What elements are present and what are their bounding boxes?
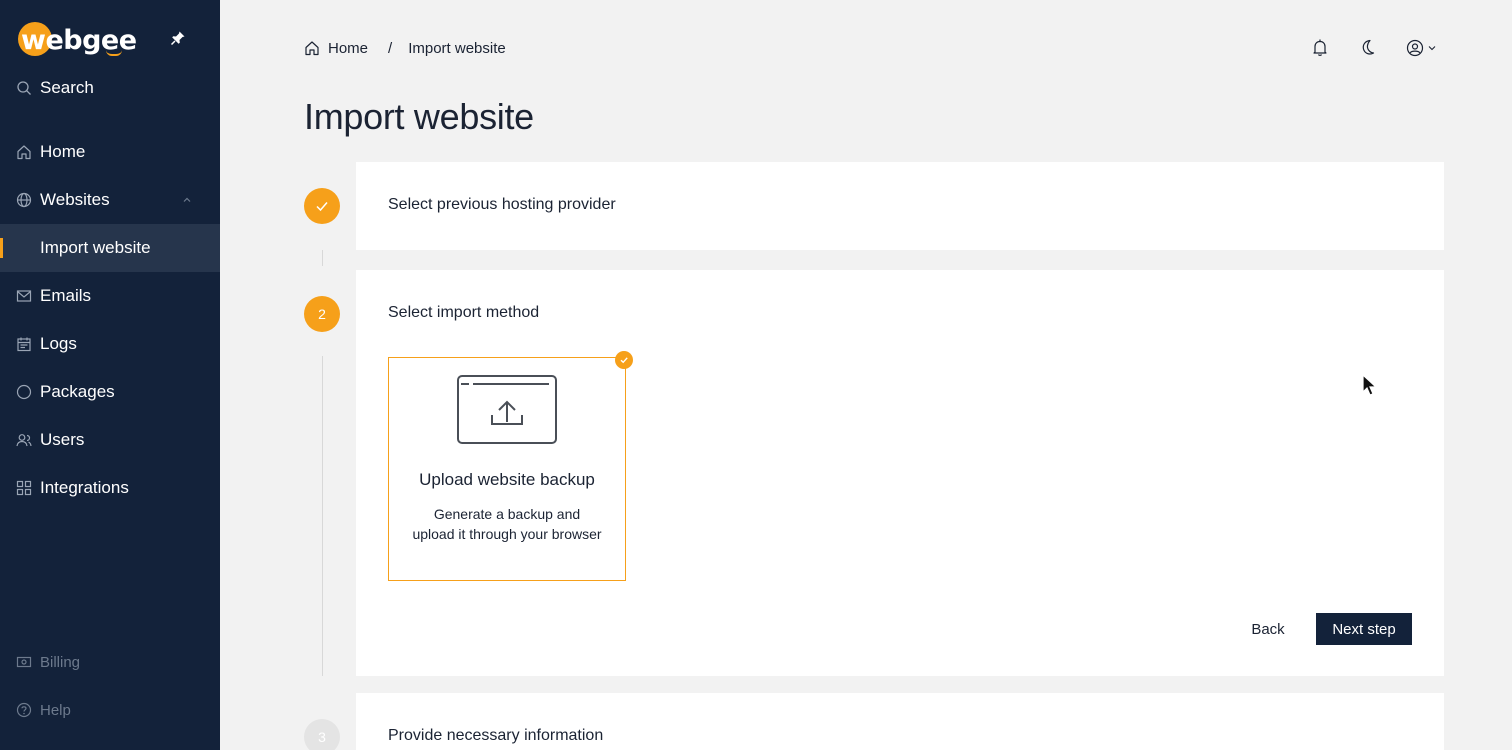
sidebar-item-label: Home bbox=[40, 142, 86, 161]
webgee-logo[interactable]: webgee bbox=[18, 20, 137, 60]
mouse-cursor-icon bbox=[1362, 374, 1378, 396]
calendar-icon bbox=[17, 337, 31, 352]
globe-icon bbox=[16, 192, 32, 208]
sidebar-search[interactable]: Search bbox=[0, 64, 220, 112]
billing-icon bbox=[16, 656, 32, 668]
chevron-down-icon bbox=[1428, 46, 1436, 51]
step-2-title: Select import method bbox=[388, 304, 540, 321]
option-title: Upload website backup bbox=[419, 470, 595, 489]
sidebar-item-packages[interactable]: Packages bbox=[0, 368, 220, 416]
sidebar-item-label: Logs bbox=[40, 334, 77, 353]
home-icon[interactable] bbox=[304, 40, 320, 56]
sidebar-item-label: Help bbox=[40, 701, 71, 719]
breadcrumb: Home / Import website bbox=[304, 38, 506, 58]
sidebar-item-label: Integrations bbox=[40, 478, 129, 497]
sidebar-item-users[interactable]: Users bbox=[0, 416, 220, 464]
account-menu[interactable] bbox=[1406, 38, 1442, 58]
sidebar-item-label: Users bbox=[40, 430, 85, 449]
sidebar-item-billing[interactable]: Billing bbox=[0, 638, 220, 686]
grid-icon bbox=[16, 480, 32, 496]
mail-icon bbox=[16, 290, 32, 302]
sidebar-item-label: Emails bbox=[40, 286, 92, 305]
step-3-badge: 3 bbox=[304, 719, 340, 750]
breadcrumb-separator: / bbox=[388, 39, 393, 57]
option-description: Generate a backup and upload it through … bbox=[412, 506, 602, 542]
checkmark-icon bbox=[620, 357, 628, 364]
upload-window-icon bbox=[457, 375, 557, 444]
circle-icon bbox=[16, 384, 32, 400]
pin-icon[interactable] bbox=[170, 30, 186, 46]
next-step-button[interactable]: Next step bbox=[1316, 613, 1412, 645]
sidebar-item-import-website[interactable]: Import website bbox=[0, 224, 220, 272]
help-icon bbox=[16, 702, 32, 718]
checkmark-icon bbox=[316, 202, 328, 212]
sidebar-item-integrations[interactable]: Integrations bbox=[0, 464, 220, 512]
sidebar-item-logs[interactable]: Logs bbox=[0, 320, 220, 368]
sidebar-item-websites[interactable]: Websites bbox=[0, 176, 220, 224]
sidebar-item-emails[interactable]: Emails bbox=[0, 272, 220, 320]
search-icon bbox=[17, 81, 31, 95]
step-1-complete-badge bbox=[304, 188, 340, 224]
upload-backup-option[interactable]: Upload website backup Generate a backup … bbox=[388, 357, 626, 581]
user-circle-icon bbox=[1406, 39, 1424, 57]
breadcrumb-current: Import website bbox=[408, 39, 506, 57]
sidebar-item-label: Packages bbox=[40, 382, 115, 401]
home-icon bbox=[17, 145, 31, 160]
moon-icon[interactable] bbox=[1359, 38, 1377, 58]
step-2-badge: 2 bbox=[304, 296, 340, 332]
step-connector bbox=[322, 356, 323, 676]
breadcrumb-home-link[interactable]: Home bbox=[328, 40, 368, 57]
page-title: Import website bbox=[304, 96, 534, 137]
sidebar-item-label: Import website bbox=[40, 238, 151, 257]
users-icon bbox=[16, 434, 32, 447]
back-button[interactable]: Back bbox=[1240, 613, 1296, 645]
step-connector bbox=[322, 250, 323, 266]
sidebar-item-help[interactable]: Help bbox=[0, 686, 220, 734]
sidebar-item-home[interactable]: Home bbox=[0, 128, 220, 176]
search-label: Search bbox=[40, 78, 94, 97]
sidebar: webgee Search Home Websites Import websi… bbox=[0, 0, 220, 750]
step-3-title: Provide necessary information bbox=[388, 727, 604, 744]
step-1-title: Select previous hosting provider bbox=[388, 196, 616, 213]
bell-icon[interactable] bbox=[1312, 38, 1328, 58]
sidebar-item-label: Billing bbox=[40, 653, 81, 671]
chevron-up-icon bbox=[183, 197, 191, 202]
sidebar-item-label: Websites bbox=[40, 190, 110, 209]
selected-check-icon bbox=[615, 351, 633, 369]
